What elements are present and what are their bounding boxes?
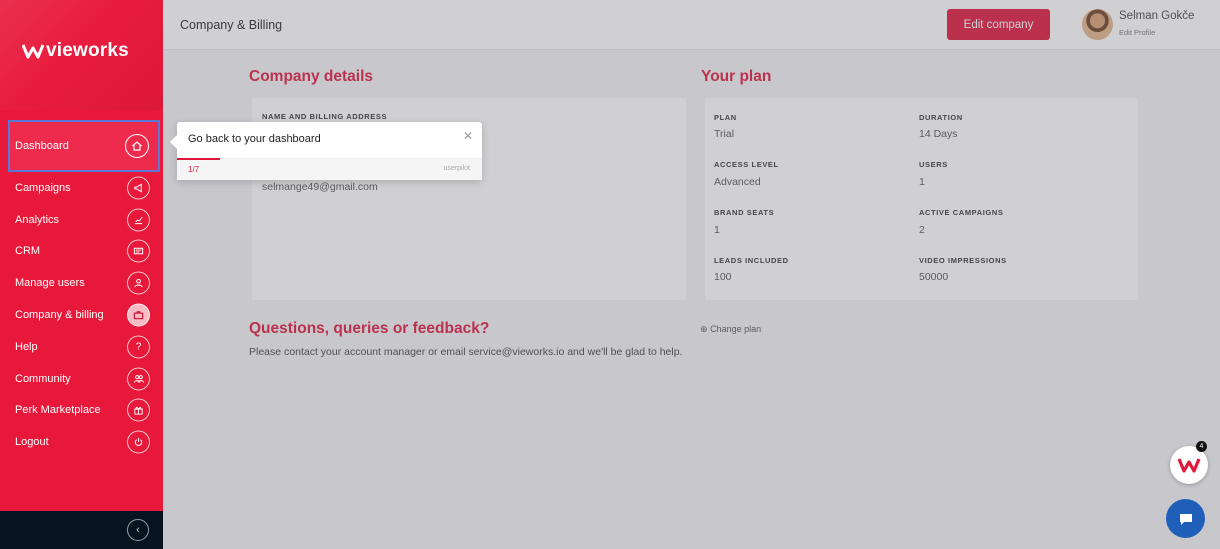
sidebar-item-crm[interactable]: CRM (0, 236, 163, 268)
sidebar-footer: ‹ (0, 511, 163, 549)
chevron-left-icon: ‹ (136, 524, 140, 536)
sidebar-item-label: CRM (15, 245, 41, 258)
sidebar-item-campaigns[interactable]: Campaigns (0, 172, 163, 204)
sidebar-item-logout[interactable]: Logout (0, 426, 163, 458)
chat-icon (1179, 513, 1192, 525)
card-icon (127, 239, 150, 263)
sidebar-item-label: Campaigns (15, 181, 71, 194)
power-icon (127, 430, 150, 454)
briefcase-icon (127, 303, 150, 327)
chart-icon (127, 208, 150, 232)
sidebar-item-manage-users[interactable]: Manage users (0, 267, 163, 299)
sidebar-item-company-billing[interactable]: Company & billing (0, 299, 163, 331)
sidebar-item-perk-marketplace[interactable]: Perk Marketplace (0, 395, 163, 427)
sidebar-item-analytics[interactable]: Analytics (0, 204, 163, 236)
sidebar-item-label: Community (15, 372, 71, 385)
megaphone-icon (127, 176, 150, 200)
tooltip-brand: userpilot (443, 165, 470, 172)
sidebar-item-label: Perk Marketplace (15, 404, 101, 417)
gift-icon (127, 398, 150, 422)
sidebar-nav: Dashboard Campaigns Analytics CRM Manage… (0, 120, 163, 458)
sidebar-item-label: Manage users (15, 277, 85, 290)
collapse-sidebar-button[interactable]: ‹ (127, 519, 149, 541)
sidebar: vieworks Dashboard Campaigns Analytics C… (0, 0, 163, 549)
tooltip-step: 1/7 (188, 165, 200, 174)
onboarding-tooltip: Go back to your dashboard ✕ 1/7 userpilo… (170, 122, 482, 180)
user-icon (127, 271, 150, 295)
tooltip-footer: 1/7 userpilot (177, 158, 482, 180)
tooltip-text: Go back to your dashboard (188, 133, 321, 145)
users-icon (127, 367, 150, 391)
sidebar-item-label: Logout (15, 436, 49, 449)
sidebar-item-dashboard[interactable]: Dashboard (8, 120, 160, 172)
close-icon[interactable]: ✕ (463, 129, 473, 143)
sidebar-item-label: Help (15, 340, 38, 353)
chat-button[interactable] (1166, 499, 1205, 538)
logo-mark-icon (1177, 458, 1201, 473)
onboarding-overlay (163, 0, 1220, 549)
sidebar-item-label: Company & billing (15, 309, 104, 322)
question-icon: ? (127, 335, 150, 359)
sidebar-item-help[interactable]: Help ? (0, 331, 163, 363)
logo-text: vieworks (46, 40, 129, 61)
sidebar-item-label: Analytics (15, 213, 60, 226)
sidebar-item-community[interactable]: Community (0, 363, 163, 395)
sidebar-item-label: Dashboard (15, 140, 69, 152)
notification-count-badge: 4 (1196, 441, 1207, 452)
home-icon (125, 134, 149, 158)
tooltip-progress-bar (177, 158, 220, 160)
logo[interactable]: vieworks (22, 40, 129, 62)
logo-mark-icon (22, 44, 44, 59)
